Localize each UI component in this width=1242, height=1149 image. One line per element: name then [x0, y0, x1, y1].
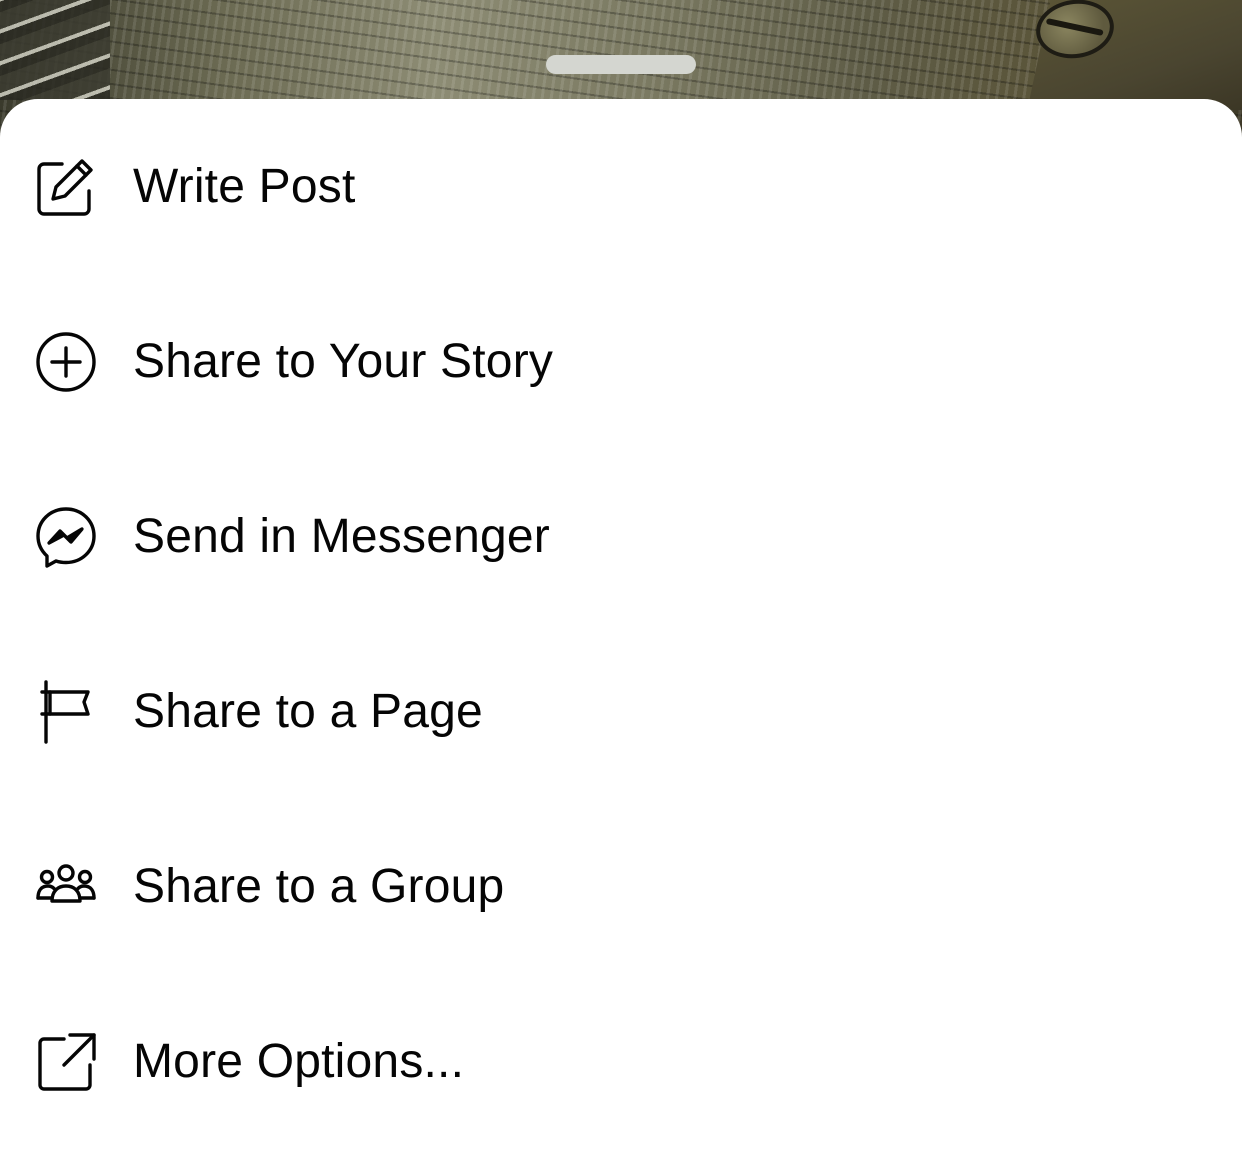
- messenger-icon: [34, 505, 98, 569]
- share-group-label: Share to a Group: [133, 860, 505, 913]
- external-share-icon: [34, 1030, 98, 1094]
- sheet-grabber-handle[interactable]: [546, 55, 696, 74]
- share-sheet: Write Post Share to Your Story Send in M…: [0, 99, 1242, 1148]
- more-options-label: More Options...: [133, 1035, 465, 1088]
- send-messenger-item[interactable]: Send in Messenger: [0, 449, 1242, 624]
- more-options-item[interactable]: More Options...: [0, 974, 1242, 1149]
- group-icon: [34, 855, 98, 919]
- share-group-item[interactable]: Share to a Group: [0, 799, 1242, 974]
- plus-circle-icon: [34, 330, 98, 394]
- share-page-item[interactable]: Share to a Page: [0, 624, 1242, 799]
- share-story-item[interactable]: Share to Your Story: [0, 274, 1242, 449]
- flag-icon: [34, 679, 98, 744]
- share-page-label: Share to a Page: [133, 685, 483, 738]
- share-story-label: Share to Your Story: [133, 335, 554, 388]
- write-post-label: Write Post: [133, 160, 356, 213]
- photo-detail-rail: [0, 0, 110, 100]
- compose-icon: [34, 155, 98, 219]
- send-messenger-label: Send in Messenger: [133, 510, 550, 563]
- write-post-item[interactable]: Write Post: [0, 99, 1242, 274]
